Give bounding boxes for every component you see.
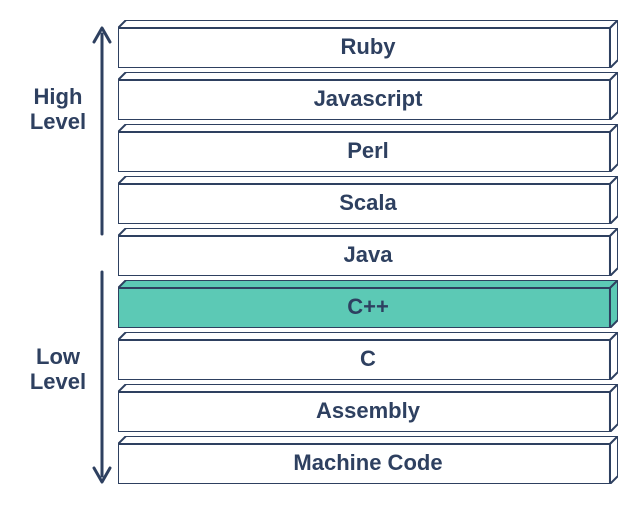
- label-level-2: Level: [30, 369, 86, 394]
- layer-label: Assembly: [118, 384, 618, 432]
- label-low: Low: [36, 344, 80, 369]
- layer-label: C: [118, 332, 618, 380]
- layer-block: Javascript: [118, 72, 618, 120]
- layer-block: Perl: [118, 124, 618, 172]
- layer-label: Perl: [118, 124, 618, 172]
- diagram-root: High Level Low Level Ruby: [28, 20, 618, 490]
- layer-label: Java: [118, 228, 618, 276]
- label-high: High: [34, 84, 83, 109]
- layer-block: Scala: [118, 176, 618, 224]
- label-level-1: Level: [30, 109, 86, 134]
- layer-label: Javascript: [118, 72, 618, 120]
- label-high-level: High Level: [28, 84, 88, 135]
- layer-label: Ruby: [118, 20, 618, 68]
- arrow-column: [88, 20, 118, 490]
- layer-label: Scala: [118, 176, 618, 224]
- layer-block: Java: [118, 228, 618, 276]
- layer-block: C++: [118, 280, 618, 328]
- level-labels: High Level Low Level: [28, 20, 88, 490]
- layer-block: Assembly: [118, 384, 618, 432]
- layer-label: Machine Code: [118, 436, 618, 484]
- layer-label: C++: [118, 280, 618, 328]
- language-stack: Ruby Javascript Perl Scala Java: [118, 20, 618, 484]
- label-low-level: Low Level: [28, 344, 88, 395]
- layer-block: Machine Code: [118, 436, 618, 484]
- layer-block: Ruby: [118, 20, 618, 68]
- vertical-axis-arrows: [88, 20, 118, 490]
- layer-block: C: [118, 332, 618, 380]
